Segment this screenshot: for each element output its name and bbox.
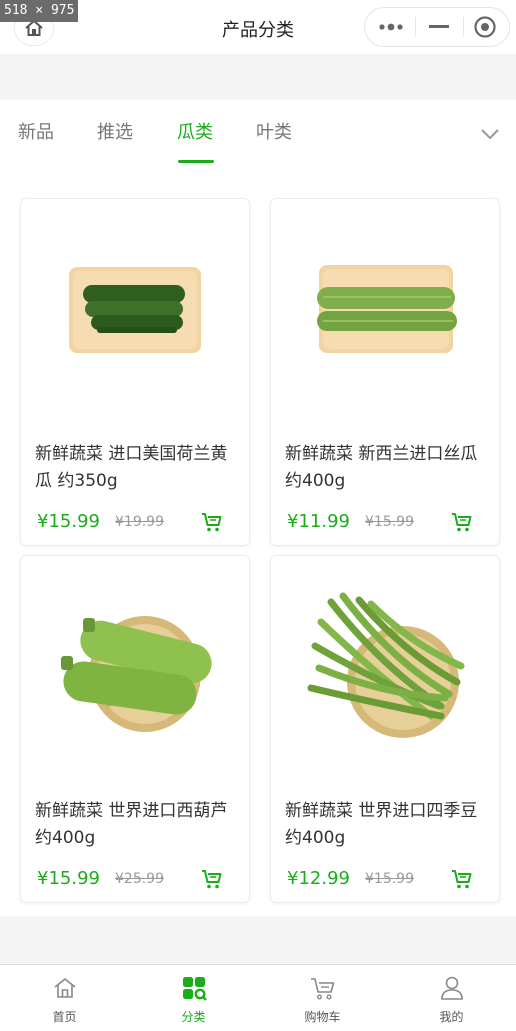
category-icon [183,977,207,1001]
category-tabs: 新品 推选 瓜类 叶类 [0,100,516,180]
product-image-loofah [317,265,457,353]
close-button[interactable] [461,8,509,46]
tabbar-item-profile[interactable]: 我的 [387,965,516,1031]
mini-program-capsule [364,7,510,47]
product-original-price: ¥25.99 [115,871,164,887]
product-original-price: ¥15.99 [365,514,414,530]
target-close-icon [474,16,496,38]
add-to-cart-icon[interactable] [451,511,473,533]
minimize-icon [429,25,449,28]
tabbar-label: 首页 [52,1010,77,1024]
user-icon [441,976,463,1000]
tabbar-label: 购物车 [304,1010,341,1024]
tab-melons[interactable]: 瓜类 [177,118,213,144]
product-image-green-beans [307,592,465,738]
product-original-price: ¥15.99 [365,871,414,887]
product-name: 新鲜蔬菜 世界进口西葫芦 约400g [35,801,228,848]
product-card[interactable]: 新鲜蔬菜 世界进口四季豆 约400g ¥12.99 ¥15.99 [270,555,500,903]
tab-recommended[interactable]: 推选 [97,118,133,144]
nav-bar: 产品分类 518 × 975 [0,0,516,54]
dimension-badge: 518 × 975 [0,0,79,22]
product-name: 新鲜蔬菜 进口美国荷兰黄 瓜 约350g [35,444,228,491]
add-to-cart-icon[interactable] [201,868,223,890]
product-name: 新鲜蔬菜 新西兰进口丝瓜 约400g [285,444,478,491]
more-button[interactable] [367,8,415,46]
product-card[interactable]: 新鲜蔬菜 新西兰进口丝瓜 约400g ¥11.99 ¥15.99 [270,198,500,546]
tabbar-label: 分类 [181,1010,206,1024]
product-price: ¥12.99 [287,868,350,889]
product-card[interactable]: 新鲜蔬菜 世界进口西葫芦 约400g ¥15.99 ¥25.99 [20,555,250,903]
product-price: ¥11.99 [287,511,350,532]
product-original-price: ¥19.99 [115,514,164,530]
minimize-button[interactable] [415,8,463,46]
product-price: ¥15.99 [37,868,100,889]
product-grid: 新鲜蔬菜 进口美国荷兰黄 瓜 约350g ¥15.99 ¥19.99 新鲜蔬菜 … [0,180,516,916]
product-image-cucumber [69,267,201,353]
product-card[interactable]: 新鲜蔬菜 进口美国荷兰黄 瓜 约350g ¥15.99 ¥19.99 [20,198,250,546]
add-to-cart-icon[interactable] [201,511,223,533]
tabbar-label: 我的 [439,1010,464,1024]
bottom-tab-bar: 首页 分类 购物车 我的 [0,964,516,1031]
cart-icon [311,978,335,1000]
tabbar-item-category[interactable]: 分类 [129,965,258,1031]
chevron-down-icon[interactable] [478,126,502,142]
tabbar-item-home[interactable]: 首页 [0,965,129,1031]
tab-leafy[interactable]: 叶类 [256,118,292,144]
active-tab-indicator [178,160,214,163]
tabbar-item-cart[interactable]: 购物车 [258,965,387,1031]
product-name: 新鲜蔬菜 世界进口四季豆 约400g [285,801,478,848]
home-icon [54,978,76,998]
product-price: ¥15.99 [37,511,100,532]
product-image-zucchini [61,616,212,732]
tab-new[interactable]: 新品 [18,118,54,144]
add-to-cart-icon[interactable] [451,868,473,890]
more-dots-icon [379,23,403,31]
